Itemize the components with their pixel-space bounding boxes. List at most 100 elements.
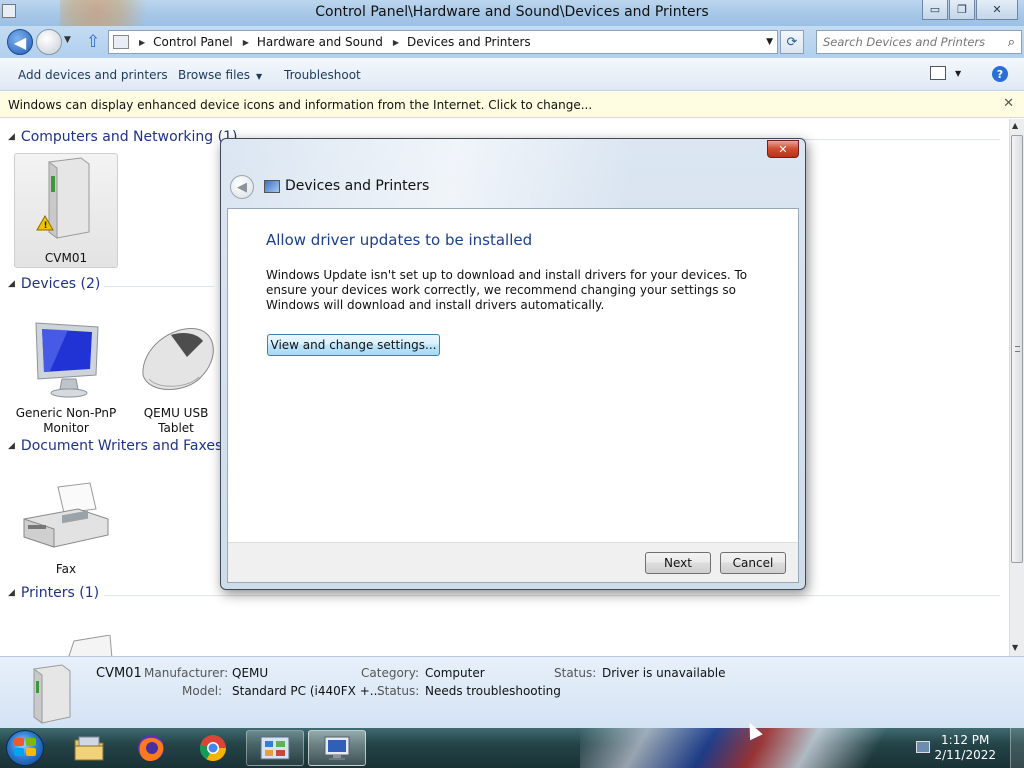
category-label: Category: xyxy=(361,666,419,680)
device-label: Fax xyxy=(55,562,77,576)
window-title: Control Panel\Hardware and Sound\Devices… xyxy=(315,4,709,20)
status-label: Status: xyxy=(377,684,420,698)
back-button[interactable]: ◀ xyxy=(7,29,33,55)
breadcrumb-hardware-and-sound[interactable]: Hardware and Sound xyxy=(257,35,383,49)
info-bar-message[interactable]: Windows can display enhanced device icon… xyxy=(8,98,592,112)
show-desktop-button[interactable] xyxy=(1010,728,1024,768)
dialog-title: Devices and Printers xyxy=(285,178,430,194)
group-printers[interactable]: ◢ Printers (1) xyxy=(8,585,99,601)
manufacturer-label: Manufacturer: xyxy=(144,666,229,680)
maximize-button[interactable]: ❐ xyxy=(949,0,975,20)
status-value: Needs troubleshooting xyxy=(425,684,561,698)
group-title: Devices (2) xyxy=(20,276,101,292)
recent-pages-dropdown-icon[interactable]: ▼ xyxy=(64,35,71,45)
info-bar[interactable]: Windows can display enhanced device icon… xyxy=(0,92,1024,118)
fax-machine-icon xyxy=(23,482,109,548)
details-device-name: CVM01 xyxy=(96,666,142,681)
scroll-down-arrow-icon[interactable]: ▼ xyxy=(1012,643,1018,652)
group-divider xyxy=(104,286,214,287)
dialog-message: Windows Update isn't set up to download … xyxy=(266,268,748,312)
collapse-triangle-icon[interactable]: ◢ xyxy=(8,132,15,142)
device-qemu-usb-tablet[interactable]: QEMU USB Tablet xyxy=(124,319,228,436)
taskbar-windows-explorer[interactable] xyxy=(60,730,118,766)
svg-text:!: ! xyxy=(44,221,48,231)
cancel-button[interactable]: Cancel xyxy=(720,552,786,574)
help-icon[interactable]: ? xyxy=(992,66,1008,82)
browse-files-menu[interactable]: Browse files ▼ xyxy=(178,68,262,82)
breadcrumb-chevron-icon[interactable]: ▶ xyxy=(393,38,399,47)
taskbar-chrome[interactable] xyxy=(184,730,242,766)
windows-logo-icon xyxy=(14,738,36,756)
info-bar-close-icon[interactable]: ✕ xyxy=(1003,96,1014,111)
dialog-body: Allow driver updates to be installed Win… xyxy=(227,208,799,583)
breadcrumb-devices-and-printers[interactable]: Devices and Printers xyxy=(407,35,531,49)
breadcrumb-chevron-icon[interactable]: ▶ xyxy=(243,38,249,47)
dialog-heading: Allow driver updates to be installed xyxy=(266,231,533,249)
group-title: Printers (1) xyxy=(20,585,100,601)
add-devices-button[interactable]: Add devices and printers xyxy=(18,68,168,82)
address-dropdown-icon[interactable]: ▼ xyxy=(766,37,773,47)
scroll-grip-icon xyxy=(1015,346,1020,352)
breadcrumb-chevron-icon[interactable]: ▶ xyxy=(139,38,145,47)
manufacturer-value: QEMU xyxy=(232,666,269,680)
browse-files-label: Browse files xyxy=(178,68,251,82)
chrome-icon xyxy=(199,735,227,762)
troubleshoot-button[interactable]: Troubleshoot xyxy=(284,68,361,82)
category-value: Computer xyxy=(425,666,485,680)
collapse-triangle-icon[interactable]: ◢ xyxy=(8,441,15,451)
scroll-up-arrow-icon[interactable]: ▲ xyxy=(1012,121,1018,130)
monitor-icon xyxy=(35,322,99,398)
taskbar-control-panel[interactable] xyxy=(246,730,304,766)
collapse-triangle-icon[interactable]: ◢ xyxy=(8,279,15,289)
scroll-thumb[interactable] xyxy=(1011,135,1023,563)
device-fax[interactable]: Fax xyxy=(14,479,118,577)
devices-and-printers-icon xyxy=(324,736,350,760)
refresh-button[interactable]: ⟳ xyxy=(780,30,804,54)
search-box[interactable]: ⌕ xyxy=(816,30,1022,54)
driver-update-dialog: ✕ ◀ Devices and Printers Allow driver up… xyxy=(220,138,806,590)
group-document-writers-and-faxes[interactable]: ◢ Document Writers and Faxes ( xyxy=(8,438,232,454)
control-panel-icon xyxy=(260,736,290,760)
group-devices[interactable]: ◢ Devices (2) xyxy=(8,276,100,292)
network-icon[interactable] xyxy=(916,741,930,753)
next-button[interactable]: Next xyxy=(645,552,711,574)
search-icon[interactable]: ⌕ xyxy=(1008,35,1015,50)
view-change-settings-button[interactable]: View and change settings... xyxy=(267,334,440,356)
device-cvm01[interactable]: ! CVM01 xyxy=(14,153,118,268)
computer-tower-icon xyxy=(33,664,71,724)
collapse-triangle-icon[interactable]: ◢ xyxy=(8,588,15,598)
dialog-back-button[interactable]: ◀ xyxy=(230,175,254,199)
dialog-close-button[interactable]: ✕ xyxy=(767,140,799,158)
up-arrow-icon[interactable]: ⇧ xyxy=(86,32,100,52)
device-label: Generic Non-PnP Monitor xyxy=(15,406,117,435)
clock[interactable]: 1:12 PM 2/11/2022 xyxy=(934,733,996,763)
driver-status-label: Status: xyxy=(554,666,597,680)
search-input[interactable] xyxy=(823,35,1003,49)
printer-icon[interactable] xyxy=(60,635,120,656)
taskbar: 1:12 PM 2/11/2022 xyxy=(0,728,1024,768)
group-computers-and-networking[interactable]: ◢ Computers and Networking (1) xyxy=(8,129,237,145)
devices-and-printers-icon xyxy=(264,180,280,193)
address-bar[interactable]: ▶ Control Panel ▶ Hardware and Sound ▶ D… xyxy=(108,30,778,54)
taskbar-firefox[interactable] xyxy=(122,730,180,766)
vertical-scrollbar[interactable]: ▲ ▼ xyxy=(1009,119,1024,656)
mouse-icon xyxy=(142,328,214,390)
clock-time: 1:12 PM xyxy=(941,733,990,747)
change-view-icon[interactable] xyxy=(930,66,946,80)
chevron-down-icon: ▼ xyxy=(256,72,263,81)
view-options-dropdown-icon[interactable]: ▼ xyxy=(955,69,961,78)
group-title: Computers and Networking (1) xyxy=(20,129,238,145)
window-titlebar[interactable]: Control Panel\Hardware and Sound\Devices… xyxy=(0,0,1024,26)
group-title: Document Writers and Faxes ( xyxy=(20,438,233,454)
minimize-button[interactable]: ▭ xyxy=(922,0,948,20)
close-window-button[interactable]: ✕ xyxy=(976,0,1018,20)
navigation-bar: ◀ ▼ ⇧ ▶ Control Panel ▶ Hardware and Sou… xyxy=(0,26,1024,58)
device-generic-monitor[interactable]: Generic Non-PnP Monitor xyxy=(14,319,118,436)
command-bar: Add devices and printers Browse files ▼ T… xyxy=(0,58,1024,91)
taskbar-devices-and-printers[interactable] xyxy=(308,730,366,766)
breadcrumb-control-panel[interactable]: Control Panel xyxy=(153,35,233,49)
folder-icon xyxy=(74,736,104,761)
dialog-frame-glass xyxy=(221,139,805,209)
forward-button[interactable] xyxy=(36,29,62,55)
details-pane: CVM01 Manufacturer: QEMU Model: Standard… xyxy=(0,656,1024,728)
